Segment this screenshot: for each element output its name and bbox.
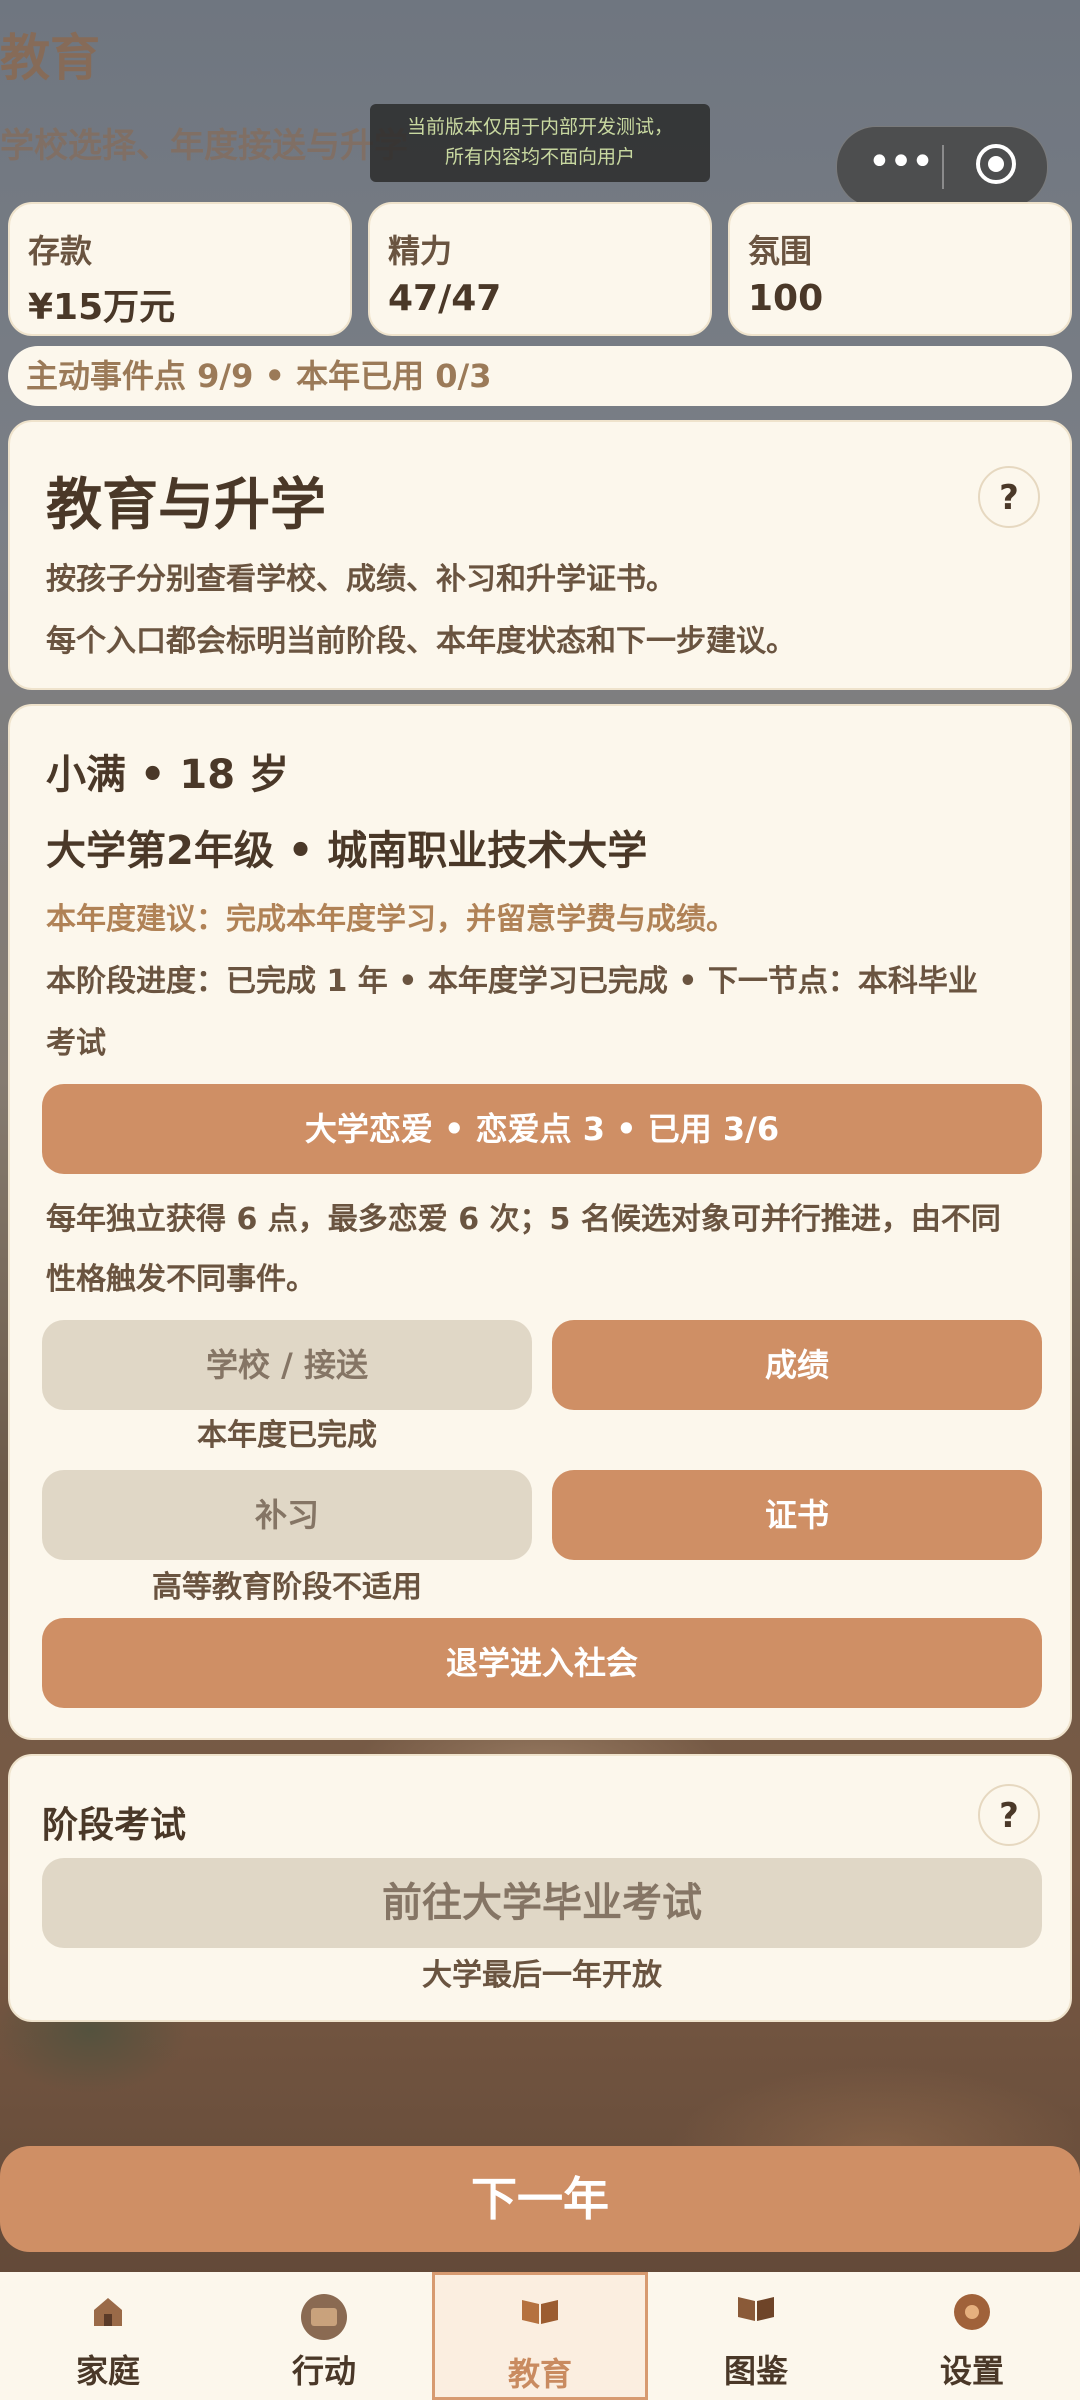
miniprogram-capsule: ••• — [836, 126, 1048, 208]
action-icon — [299, 2292, 349, 2351]
grades-button[interactable]: 成绩 — [552, 1320, 1042, 1410]
dev-notice-line2: 所有内容均不面向用户 — [444, 146, 635, 168]
tab-education[interactable]: 教育 — [432, 2272, 648, 2400]
school-transport-button[interactable]: 学校 / 接送 — [42, 1320, 532, 1410]
tab-family[interactable]: 家庭 — [0, 2272, 216, 2400]
event-points-bar: 主动事件点 9/9 • 本年已用 0/3 — [8, 346, 1072, 406]
child-advice: 本年度建议：完成本年度学习，并留意学费与成绩。 — [46, 902, 736, 937]
tab-label: 行动 — [291, 2352, 356, 2390]
tab-label: 图鉴 — [723, 2352, 788, 2390]
child-progress-line1: 本阶段进度：已完成 1 年 • 本年度学习已完成 • 下一节点：本科毕业 — [46, 964, 978, 999]
tab-label: 设置 — [939, 2352, 1004, 2390]
dev-notice-toast: 当前版本仅用于内部开发测试， 所有内容均不面向用户 — [370, 104, 710, 182]
dev-notice-line1: 当前版本仅用于内部开发测试， — [406, 116, 673, 138]
child-stage: 大学第2年级 • 城南职业技术大学 — [46, 828, 648, 874]
stat-value: ¥15万元 — [28, 287, 176, 328]
intro-title: 教育与升学 — [46, 473, 326, 538]
tab-album[interactable]: 图鉴 — [648, 2272, 864, 2400]
book-icon — [520, 2295, 560, 2335]
stat-label: 存款 — [28, 232, 93, 270]
tutoring-status-note: 高等教育阶段不适用 — [152, 1570, 422, 1605]
tab-label: 家庭 — [75, 2352, 140, 2390]
page-title: 教育 — [0, 29, 100, 87]
tab-label: 教育 — [507, 2355, 572, 2393]
dropout-button[interactable]: 退学进入社会 — [42, 1618, 1042, 1708]
school-status-note: 本年度已完成 — [197, 1418, 377, 1453]
exam-help-button[interactable]: ? — [978, 1784, 1040, 1846]
stat-card-atmosphere: 氛围 100 — [728, 202, 1072, 336]
intro-help-button[interactable]: ? — [978, 466, 1040, 528]
certificate-button[interactable]: 证书 — [552, 1470, 1042, 1560]
stat-value: 100 — [748, 278, 824, 319]
love-desc-line1: 每年独立获得 6 点，最多恋爱 6 次；5 名候选对象可并行推进，由不同 — [46, 1202, 1001, 1237]
settings-icon — [952, 2292, 992, 2341]
close-miniprogram-icon[interactable] — [976, 144, 1016, 184]
next-year-button[interactable]: 下一年 — [0, 2146, 1080, 2252]
college-love-button[interactable]: 大学恋爱 • 恋爱点 3 • 已用 3/6 — [42, 1084, 1042, 1174]
exam-card: 阶段考试 ? 前往大学毕业考试 大学最后一年开放 — [8, 1754, 1072, 2022]
bottom-tab-bar: 家庭 行动 教育 图鉴 设置 — [0, 2272, 1080, 2400]
intro-line2: 每个入口都会标明当前阶段、本年度状态和下一步建议。 — [46, 624, 796, 659]
child-card: 小满 • 18 岁 大学第2年级 • 城南职业技术大学 本年度建议：完成本年度学… — [8, 704, 1072, 1740]
stat-label: 精力 — [388, 232, 453, 270]
intro-card: 教育与升学 ? 按孩子分别查看学校、成绩、补习和升学证书。 每个入口都会标明当前… — [8, 420, 1072, 690]
stat-card-energy: 精力 47/47 — [368, 202, 712, 336]
exam-status-note: 大学最后一年开放 — [422, 1958, 662, 1993]
stat-card-savings: 存款 ¥15万元 — [8, 202, 352, 336]
graduation-exam-button[interactable]: 前往大学毕业考试 — [42, 1858, 1042, 1948]
capsule-divider — [942, 145, 944, 189]
love-desc-line2: 性格触发不同事件。 — [46, 1262, 316, 1297]
stat-label: 氛围 — [748, 232, 813, 270]
tab-settings[interactable]: 设置 — [864, 2272, 1080, 2400]
stat-value: 47/47 — [388, 278, 502, 319]
exam-title: 阶段考试 — [42, 1805, 187, 1846]
child-progress-line2: 考试 — [46, 1026, 106, 1061]
page-subtitle: 学校选择、年度接送与升学 — [0, 126, 408, 166]
child-name-age: 小满 • 18 岁 — [46, 752, 290, 798]
house-icon — [88, 2292, 128, 2341]
tab-action[interactable]: 行动 — [216, 2272, 432, 2400]
tutoring-button[interactable]: 补习 — [42, 1470, 532, 1560]
more-icon[interactable]: ••• — [865, 142, 935, 185]
intro-line1: 按孩子分别查看学校、成绩、补习和升学证书。 — [46, 562, 676, 597]
album-icon — [736, 2292, 776, 2332]
